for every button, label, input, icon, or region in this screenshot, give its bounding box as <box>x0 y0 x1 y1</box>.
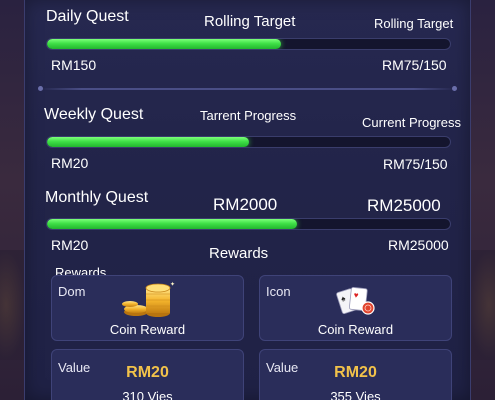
reward-card-caption: Coin Reward <box>317 322 394 337</box>
reward-card-caption: Coin Reward <box>109 322 186 337</box>
monthly-center-value: RM2000 <box>213 195 278 214</box>
svg-text:✦: ✦ <box>170 281 175 288</box>
monthly-quest-title: Monthly Quest <box>45 189 149 206</box>
value-card-amount: RM20 <box>126 364 169 381</box>
monthly-progress-bar <box>46 218 451 230</box>
reward-card-cards[interactable]: Icon ♠ ♥ Coin Reward <box>259 275 452 341</box>
weekly-left-value: RM20 <box>51 155 89 171</box>
value-card-amount: RM20 <box>334 364 377 381</box>
weekly-center-label: Tarrent Progress <box>200 108 297 123</box>
gold-coins-icon: ✦ <box>118 280 178 320</box>
value-card-left[interactable]: Value RM20 310 Vies <box>51 349 244 400</box>
reward-card-coins[interactable]: Dom ✦ Coin Reward <box>51 275 244 341</box>
monthly-right-value: RM25000 <box>388 237 449 253</box>
daily-left-value: RM150 <box>51 57 97 73</box>
weekly-progress-fill <box>47 137 249 147</box>
value-card-sub: 310 Vies <box>122 389 173 400</box>
monthly-progress-fill <box>47 219 297 229</box>
daily-right-label: Rolling Target <box>374 16 454 31</box>
reward-card-label: Dom <box>58 284 86 299</box>
daily-progress-bar <box>46 38 451 50</box>
weekly-right-value: RM75/150 <box>383 156 448 172</box>
daily-center-label: Rolling Target <box>204 13 296 30</box>
monthly-right-value-big: RM25000 <box>367 196 441 215</box>
value-card-sub: 355 Vies <box>330 389 381 400</box>
playing-cards-icon: ♠ ♥ <box>326 280 386 320</box>
monthly-rewards-label: Rewards <box>209 245 269 262</box>
monthly-left-value: RM20 <box>51 237 89 253</box>
daily-quest-title: Daily Quest <box>46 8 129 25</box>
daily-progress-fill <box>47 39 281 49</box>
background-right-edge <box>469 0 495 400</box>
value-card-right[interactable]: Value RM20 355 Vies <box>259 349 452 400</box>
reward-card-label: Icon <box>266 284 291 299</box>
section-divider <box>38 86 457 91</box>
weekly-quest-title: Weekly Quest <box>44 106 144 123</box>
weekly-progress-bar <box>46 136 451 148</box>
background-left-edge <box>0 0 26 400</box>
daily-right-value: RM75/150 <box>382 57 447 73</box>
weekly-right-label: Current Progress <box>362 115 461 130</box>
